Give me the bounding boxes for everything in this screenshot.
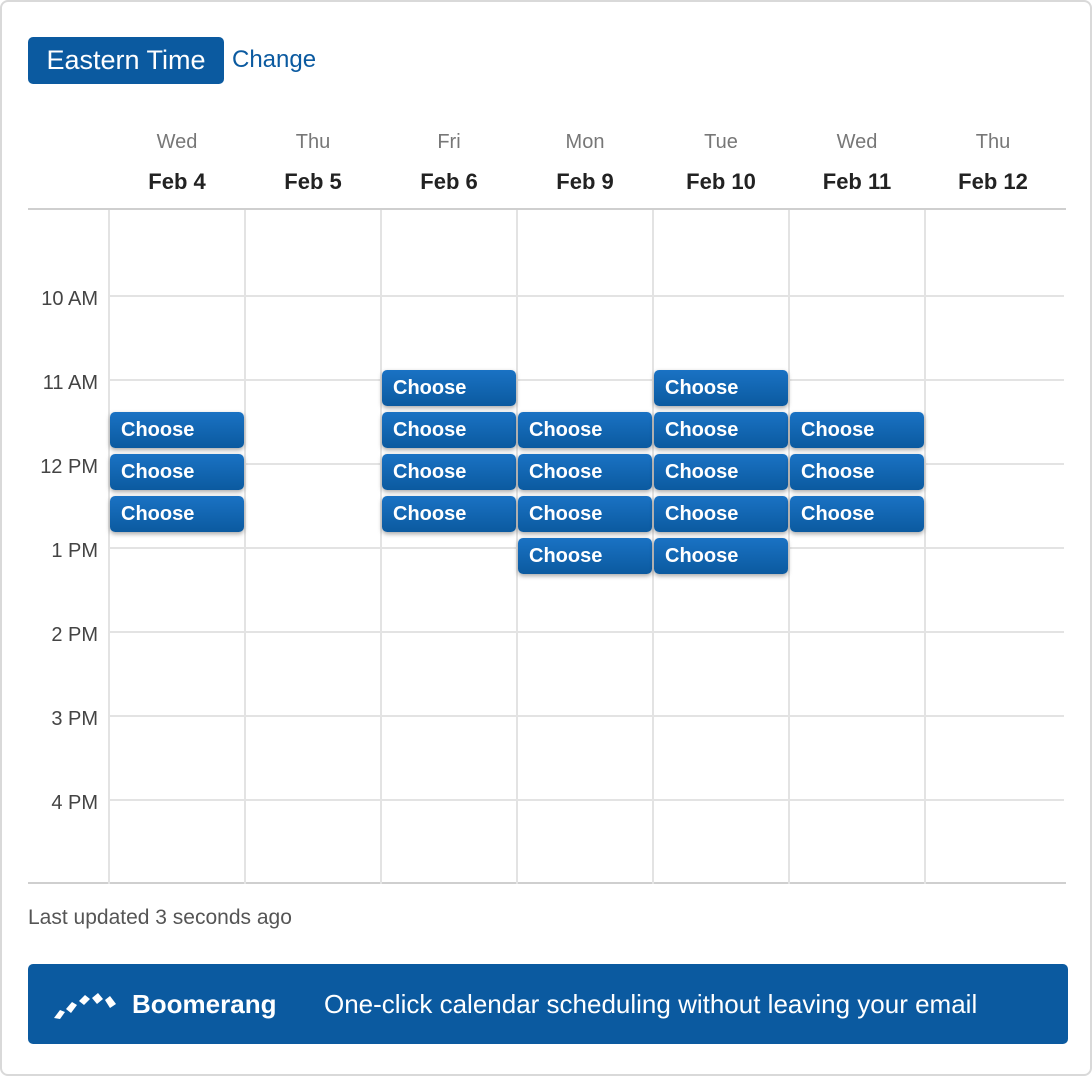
timezone-badge: Eastern Time (28, 37, 224, 84)
choose-slot-button[interactable]: Choose (654, 538, 788, 574)
day-date: Feb 4 (148, 169, 206, 194)
day-date: Feb 11 (822, 169, 892, 194)
time-label: 11 AM (42, 372, 98, 394)
choose-slot-button[interactable]: Choose (790, 454, 924, 490)
choose-slot-button[interactable]: Choose (518, 496, 652, 532)
day-column-divider (788, 210, 790, 884)
choose-slot-button[interactable]: Choose (654, 454, 788, 490)
day-name: Thu (295, 131, 331, 153)
choose-slot-button[interactable]: Choose (110, 496, 244, 532)
day-date: Feb 5 (284, 169, 342, 194)
choose-slot-button[interactable]: Choose (790, 496, 924, 532)
day-header: Wed Feb 11 (789, 128, 925, 196)
choose-slot-button[interactable]: Choose (382, 496, 516, 532)
time-label: 2 PM (51, 624, 98, 646)
hour-gridline (109, 631, 1064, 633)
banner-brand: Boomerang (132, 989, 277, 1019)
time-label: 1 PM (51, 540, 98, 562)
day-column-divider (244, 210, 246, 884)
hour-gridline (109, 295, 1064, 297)
time-label: 3 PM (51, 708, 98, 730)
day-date: Feb 6 (420, 169, 478, 194)
day-name: Fri (437, 131, 461, 153)
day-date: Feb 10 (686, 169, 756, 194)
day-name: Wed (156, 131, 198, 153)
day-name: Tue (704, 131, 738, 153)
choose-slot-button[interactable]: Choose (382, 412, 516, 448)
time-label: 12 PM (40, 456, 98, 478)
choose-slot-button[interactable]: Choose (518, 454, 652, 490)
choose-slot-button[interactable]: Choose (654, 370, 788, 406)
day-header: Tue Feb 10 (653, 128, 789, 196)
grid-bottom-border (28, 882, 1066, 884)
hour-gridline (109, 799, 1064, 801)
day-header: Fri Feb 6 (381, 128, 517, 196)
day-name: Thu (975, 131, 1011, 153)
day-date: Feb 12 (958, 169, 1028, 194)
last-updated-text: Last updated 3 seconds ago (28, 906, 292, 929)
scheduler-card: Eastern Time Change Last updated 3 secon… (0, 0, 1092, 1076)
time-label: 10 AM (41, 288, 98, 310)
day-date: Feb 9 (556, 169, 614, 194)
hour-gridline (109, 379, 1064, 381)
choose-slot-button[interactable]: Choose (654, 496, 788, 532)
choose-slot-button[interactable]: Choose (110, 454, 244, 490)
choose-slot-button[interactable]: Choose (382, 454, 516, 490)
day-header: Mon Feb 9 (517, 128, 653, 196)
day-name: Mon (565, 131, 605, 153)
header-divider (28, 208, 1066, 210)
day-name: Wed (836, 131, 878, 153)
boomerang-logo-icon (54, 993, 116, 1019)
choose-slot-button[interactable]: Choose (110, 412, 244, 448)
day-column-divider (380, 210, 382, 884)
boomerang-banner[interactable]: Boomerang One-click calendar scheduling … (28, 964, 1068, 1044)
choose-slot-button[interactable]: Choose (382, 370, 516, 406)
banner-tagline: One-click calendar scheduling without le… (324, 989, 978, 1019)
day-column-divider (108, 210, 110, 884)
timezone-change-link[interactable]: Change (232, 44, 316, 76)
day-header: Thu Feb 12 (925, 128, 1061, 196)
day-header: Thu Feb 5 (245, 128, 381, 196)
day-header: Wed Feb 4 (109, 128, 245, 196)
day-column-divider (924, 210, 926, 884)
choose-slot-button[interactable]: Choose (654, 412, 788, 448)
hour-gridline (109, 715, 1064, 717)
time-label: 4 PM (51, 792, 98, 814)
choose-slot-button[interactable]: Choose (518, 412, 652, 448)
choose-slot-button[interactable]: Choose (518, 538, 652, 574)
choose-slot-button[interactable]: Choose (790, 412, 924, 448)
